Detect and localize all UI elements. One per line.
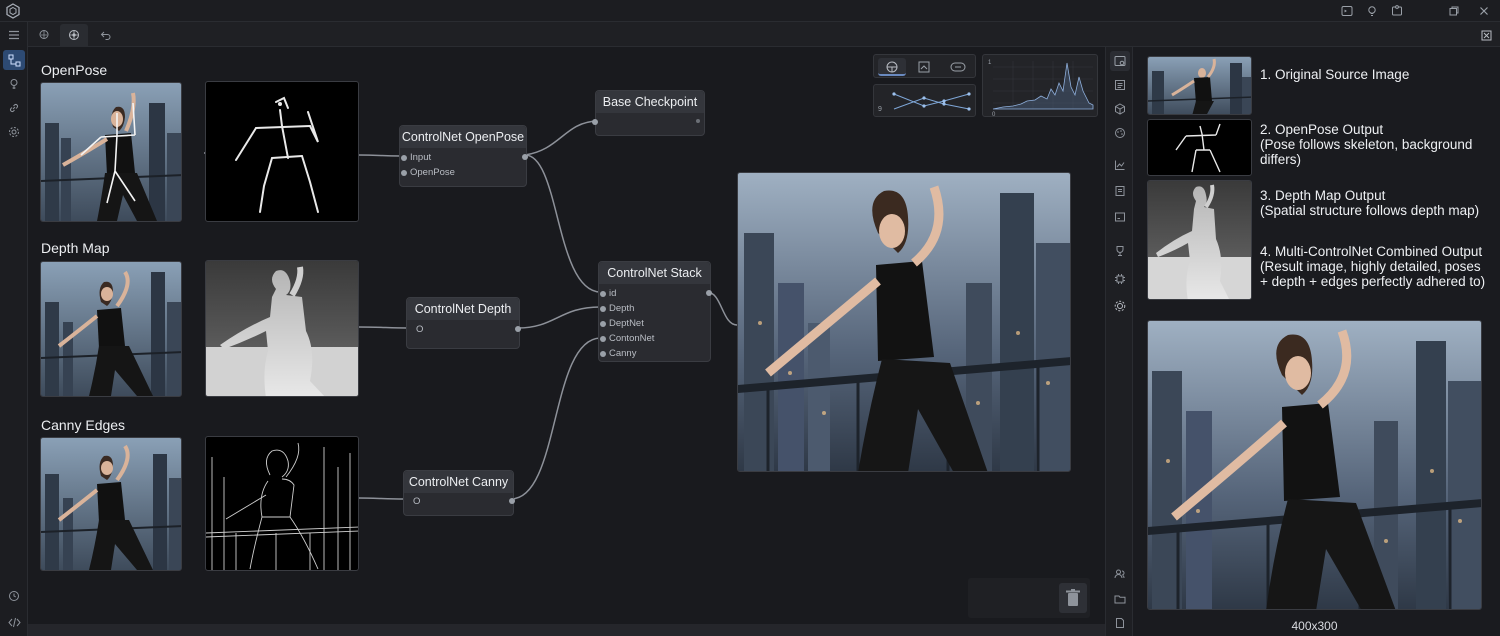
- result-thumb-depth[interactable]: [1147, 180, 1252, 300]
- folder-icon[interactable]: [1110, 589, 1130, 609]
- curve-widget[interactable]: 9: [873, 84, 976, 117]
- port-deptnet[interactable]: DeptNet: [600, 318, 644, 330]
- steering-icon[interactable]: [878, 58, 906, 76]
- histogram-widget: 1 0: [982, 54, 1098, 118]
- histogram-y-tick: 1: [988, 60, 992, 66]
- node-controlnet-stack[interactable]: ControlNet Stack id Depth DeptNet Conton…: [598, 261, 712, 362]
- node-controlnet-canny[interactable]: ControlNet Canny O: [403, 470, 515, 516]
- node-base-checkpoint[interactable]: Base Checkpoint: [592, 90, 705, 136]
- node-title: ControlNet Depth: [407, 298, 519, 320]
- trophy-icon[interactable]: [1110, 241, 1130, 261]
- chip-icon[interactable]: [1110, 269, 1130, 289]
- port-input[interactable]: O: [413, 496, 420, 508]
- openpose-skeleton-image: [205, 81, 359, 222]
- port-canny[interactable]: Canny: [600, 348, 636, 360]
- users-icon[interactable]: [1110, 564, 1130, 584]
- node-title: ControlNet Canny: [404, 471, 513, 493]
- result-label-1: 1. Original Source Image: [1260, 67, 1410, 82]
- image-size-label: 400x300: [1291, 619, 1338, 633]
- canny-source-image: [40, 437, 182, 571]
- document-icon[interactable]: [1110, 181, 1130, 201]
- output-port[interactable]: [509, 498, 515, 504]
- node-title: ControlNet Stack: [599, 262, 710, 284]
- node-controlnet-openpose[interactable]: ControlNet OpenPose Input OpenPose: [399, 125, 528, 187]
- section-label-canny: Canny Edges: [41, 417, 126, 433]
- trash-icon: [1066, 589, 1080, 606]
- list-icon[interactable]: [1110, 75, 1130, 95]
- trash-area: [968, 578, 1090, 618]
- palette-icon[interactable]: [1110, 123, 1130, 143]
- gallery-icon[interactable]: [1110, 51, 1130, 71]
- output-port[interactable]: [522, 154, 528, 160]
- right-toolbar: [1105, 47, 1133, 636]
- result-label-3: 3. Depth Map Output (Spatial structure f…: [1260, 188, 1480, 218]
- result-label-2: 2. OpenPose Output (Pose follows skeleto…: [1260, 122, 1473, 167]
- histogram-x-tick: 0: [992, 112, 996, 118]
- canny-edges-image: [205, 436, 359, 571]
- node-title: Base Checkpoint: [596, 91, 704, 113]
- chart-icon[interactable]: [1110, 155, 1130, 175]
- window-icon[interactable]: [1110, 207, 1130, 227]
- result-thumb-openpose[interactable]: [1147, 119, 1252, 176]
- app-window: OpenPose Depth Map Canny Edges Base Chec…: [0, 0, 1500, 636]
- output-port[interactable]: [706, 290, 712, 296]
- port-input[interactable]: Input: [401, 152, 431, 164]
- depth-source-image: [40, 261, 182, 397]
- openpose-source-image: [40, 82, 182, 222]
- depth-map-image: [205, 260, 359, 397]
- trash-button[interactable]: [1059, 583, 1087, 613]
- curve-axis-label: 9: [878, 106, 882, 113]
- main-output-image[interactable]: [737, 172, 1071, 472]
- result-thumb-original[interactable]: [1147, 56, 1252, 115]
- result-label-4: 4. Multi-ControlNet Combined Output (Res…: [1260, 244, 1486, 289]
- port-id[interactable]: id: [600, 288, 616, 300]
- port-contonnet[interactable]: ContonNet: [600, 333, 654, 345]
- file-icon[interactable]: [1110, 613, 1130, 633]
- gear-icon[interactable]: [1110, 296, 1130, 316]
- result-large-image[interactable]: [1147, 320, 1482, 610]
- cube-icon[interactable]: [1110, 99, 1130, 119]
- input-port[interactable]: [592, 119, 598, 125]
- node-title: ControlNet OpenPose: [400, 126, 526, 148]
- output-port[interactable]: [696, 119, 700, 123]
- port-input[interactable]: O: [416, 324, 423, 336]
- section-label-openpose: OpenPose: [41, 62, 108, 78]
- image-icon[interactable]: [912, 58, 936, 76]
- output-port[interactable]: [515, 326, 521, 332]
- node-controlnet-depth[interactable]: ControlNet Depth O: [406, 297, 521, 349]
- link-icon[interactable]: [944, 58, 972, 76]
- port-depth[interactable]: Depth: [600, 303, 634, 315]
- section-label-depth: Depth Map: [41, 240, 110, 256]
- port-openpose[interactable]: OpenPose: [401, 167, 455, 179]
- mini-toolbar: [873, 54, 976, 78]
